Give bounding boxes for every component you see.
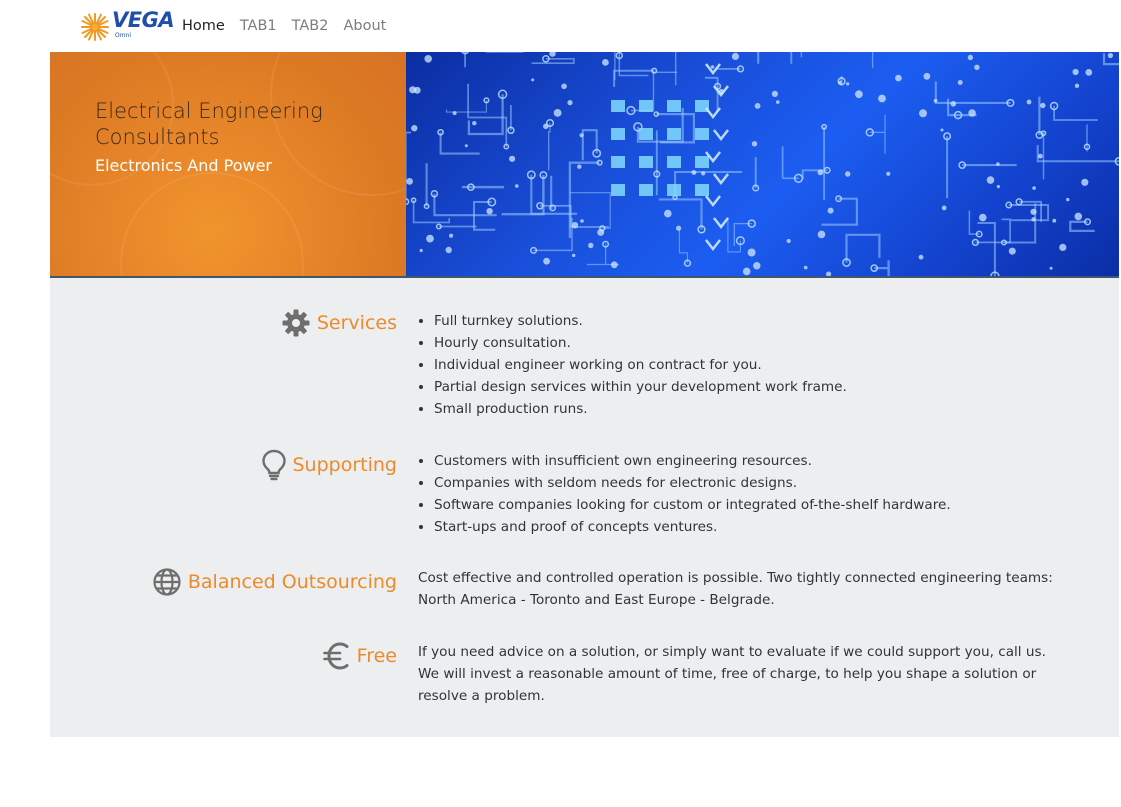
section-heading: Services (281, 308, 397, 338)
content-panel: Services Full turnkey solutions. Hourly … (50, 278, 1119, 737)
nav-tab1[interactable]: TAB1 (240, 18, 277, 34)
list-item: Small production runs. (434, 398, 1063, 420)
nav-links: Home TAB1 TAB2 About (182, 18, 386, 34)
section-title: Free (356, 645, 397, 667)
list-item: Partial design services within your deve… (434, 376, 1063, 398)
section-heading: Supporting (261, 449, 398, 481)
section-title: Balanced Outsourcing (187, 571, 397, 593)
nav-home[interactable]: Home (182, 18, 225, 34)
nav-tab2[interactable]: TAB2 (292, 18, 329, 34)
top-nav: VEGA Omni Home TAB1 TAB2 About (80, 6, 386, 46)
section-text: If you need advice on a solution, or sim… (418, 644, 1046, 704)
list-item: Full turnkey solutions. (434, 310, 1063, 332)
section-body: If you need advice on a solution, or sim… (418, 641, 1063, 707)
section-body: Cost effective and controlled operation … (418, 567, 1063, 611)
hero-banner: Electrical Engineering Consultants Elect… (50, 52, 1119, 278)
list-item: Individual engineer working on contract … (434, 354, 1063, 376)
section-title: Supporting (292, 454, 398, 476)
hero-text-panel: Electrical Engineering Consultants Elect… (50, 52, 406, 276)
nav-about[interactable]: About (343, 18, 386, 34)
services-list: Full turnkey solutions. Hourly consultat… (418, 310, 1063, 420)
section-body: Full turnkey solutions. Hourly consultat… (418, 310, 1063, 420)
list-item: Hourly consultation. (434, 332, 1063, 354)
euro-icon (322, 641, 351, 671)
list-item: Companies with seldom needs for electron… (434, 472, 1063, 494)
hero-title: Electrical Engineering Consultants (95, 99, 323, 149)
list-item: Software companies looking for custom or… (434, 494, 1063, 516)
hero-subtitle: Electronics And Power (95, 156, 272, 175)
section-title: Services (316, 312, 397, 334)
supporting-list: Customers with insufficient own engineer… (418, 450, 1063, 538)
section-heading: Free (322, 641, 397, 671)
globe-icon (152, 567, 182, 597)
section-text: Cost effective and controlled operation … (418, 570, 1053, 608)
list-item: Customers with insufficient own engineer… (434, 450, 1063, 472)
section-heading: Balanced Outsourcing (152, 567, 397, 597)
logo[interactable]: VEGA Omni (80, 8, 175, 44)
star-icon (81, 13, 109, 41)
gear-icon (281, 308, 311, 338)
decor-circle (120, 172, 304, 276)
logo-word: VEGA (112, 8, 175, 32)
logo-sub: Omni (115, 32, 132, 39)
list-item: Start-ups and proof of concepts ventures… (434, 516, 1063, 538)
section-body: Customers with insufficient own engineer… (418, 450, 1063, 538)
lightbulb-icon (261, 449, 287, 481)
circuit-pattern (406, 52, 1119, 276)
circuit-board-image (406, 52, 1119, 276)
